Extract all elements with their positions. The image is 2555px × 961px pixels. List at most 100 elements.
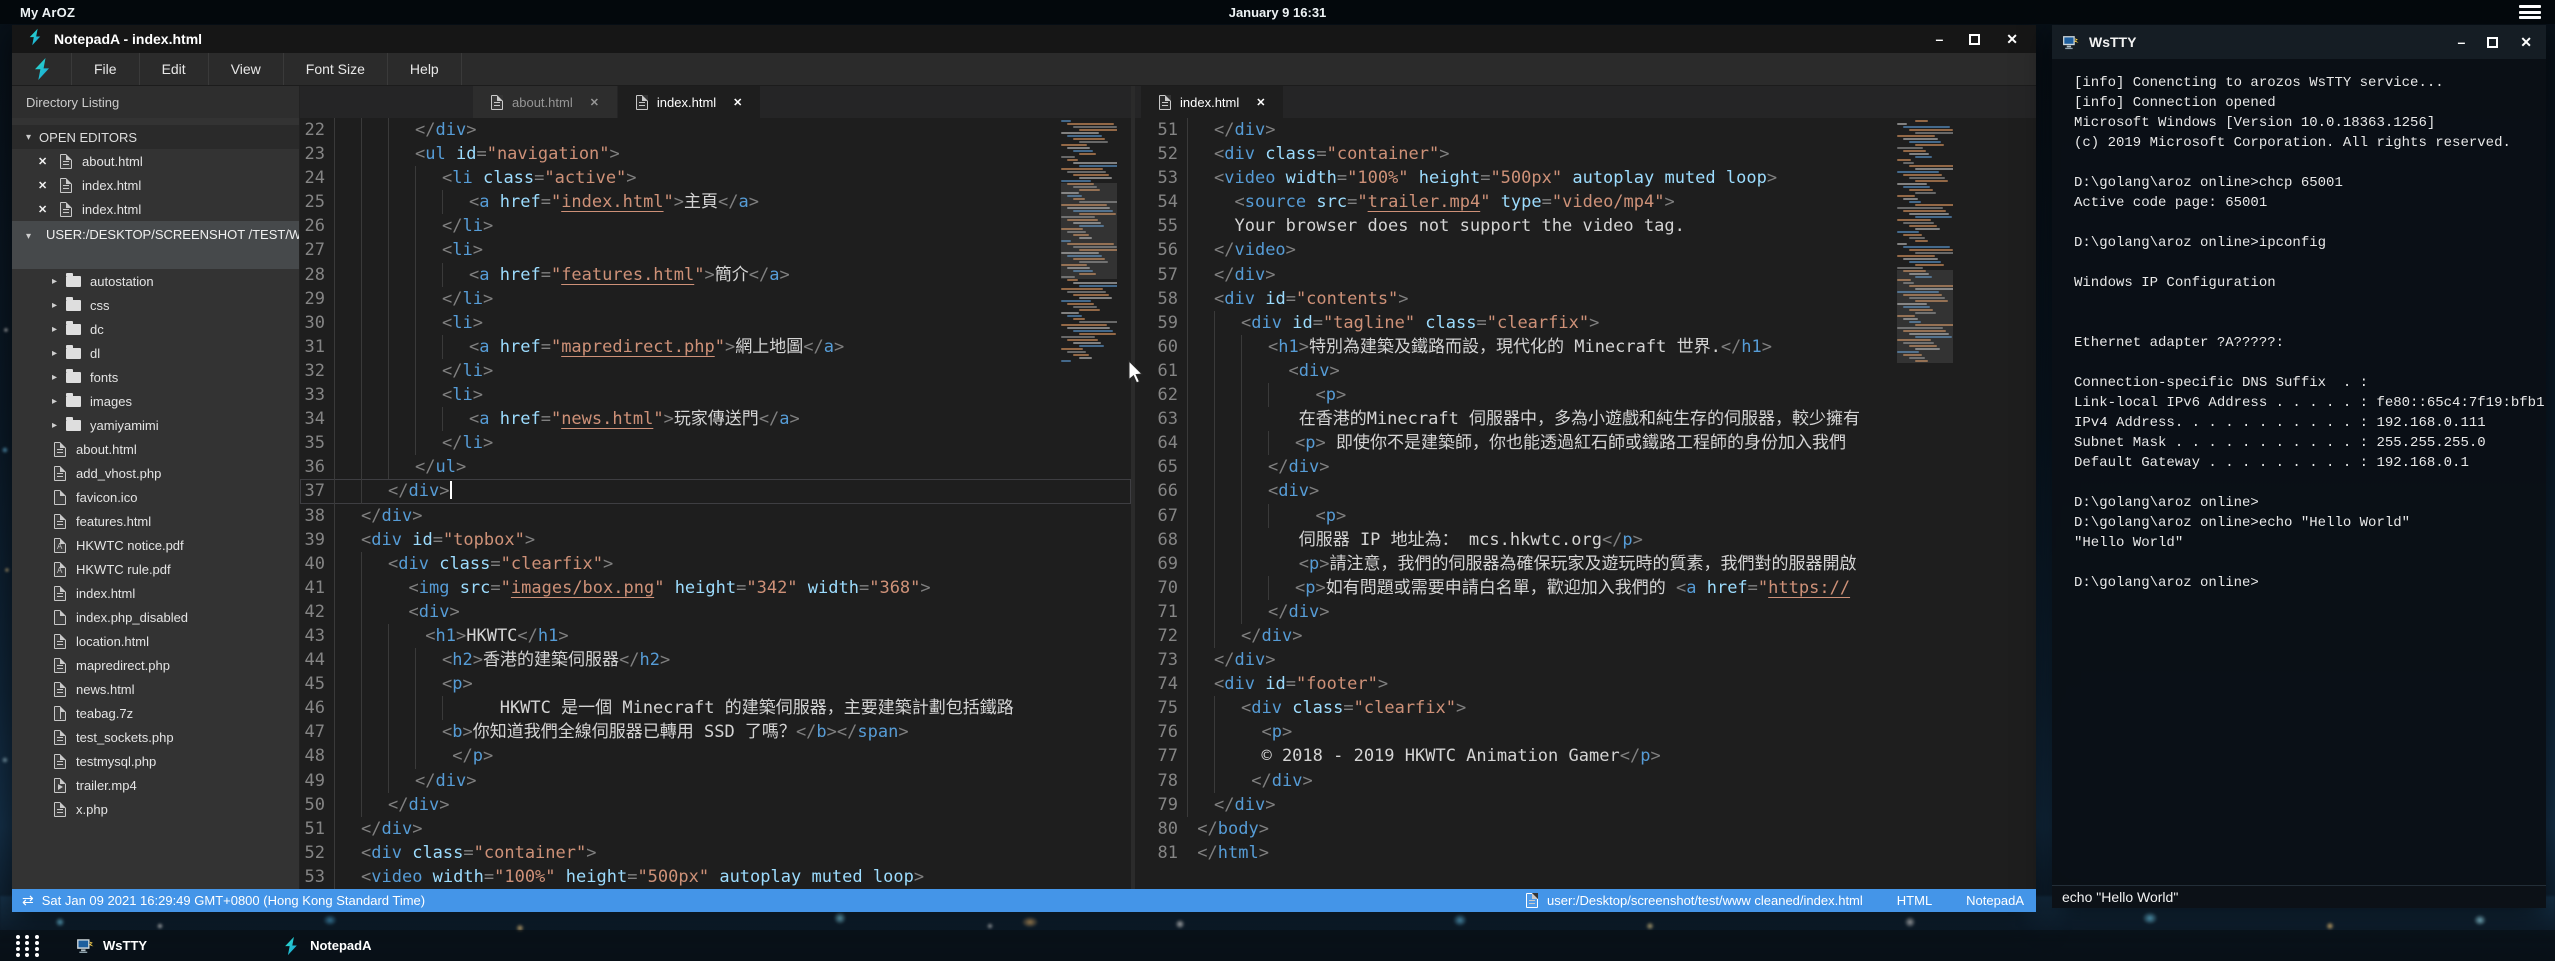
editor-pane-right[interactable]: index.html✕ 51</div>52<div class="contai… <box>1135 86 2036 889</box>
file-item[interactable]: trailer.mp4 <box>12 773 299 797</box>
open-editor-item[interactable]: ✕index.html <box>12 197 299 221</box>
open-editors-section[interactable]: ▾OPEN EDITORS <box>12 125 299 149</box>
minimap-bar <box>1061 180 1091 182</box>
minimap-bar <box>1915 120 1928 122</box>
plain-file-icon <box>54 490 66 505</box>
menu-item-file[interactable]: File <box>72 53 140 85</box>
close-icon[interactable]: ✕ <box>38 155 50 168</box>
wstty-window-title: WsTTY <box>2089 34 2136 50</box>
tab-about.html[interactable]: about.html✕ <box>473 86 618 118</box>
line-number: 67 <box>1135 504 1187 528</box>
indent-guide <box>1214 431 1215 455</box>
close-icon[interactable]: ✕ <box>38 179 50 192</box>
minimize-icon[interactable]: – <box>2457 35 2465 49</box>
minimap-bar <box>1903 162 1914 164</box>
app-launcher-icon[interactable] <box>16 935 42 957</box>
tab-index.html[interactable]: index.html✕ <box>618 86 761 118</box>
file-item[interactable]: teabag.7z <box>12 701 299 725</box>
indent-guide <box>334 504 335 528</box>
file-name: location.html <box>76 634 149 649</box>
file-item[interactable]: location.html <box>12 629 299 653</box>
file-item[interactable]: add_vhost.php <box>12 461 299 485</box>
file-item[interactable]: mapredirect.php <box>12 653 299 677</box>
minimap-bar <box>1915 180 1948 182</box>
file-item[interactable]: test_sockets.php <box>12 725 299 749</box>
indent-guide <box>334 720 335 744</box>
taskbar-item-wstty[interactable]: WsTTY <box>64 930 159 961</box>
system-menu-title[interactable]: My ArOZ <box>20 5 75 20</box>
file-tree[interactable]: ▾OPEN EDITORS✕about.html✕index.html✕inde… <box>12 118 299 889</box>
menu-item-font-size[interactable]: Font Size <box>284 53 388 85</box>
tab-index.html[interactable]: index.html✕ <box>1141 86 1284 118</box>
code-text: </div> <box>1187 624 2036 648</box>
maximize-icon[interactable] <box>1969 34 1980 45</box>
folder-item[interactable]: ▸images <box>12 389 299 413</box>
file-item[interactable]: about.html <box>12 437 299 461</box>
menu-item-edit[interactable]: Edit <box>140 53 209 85</box>
system-top-bar: My ArOZ January 9 16:31 <box>0 0 2555 24</box>
minimap-bar <box>1897 219 1931 221</box>
close-icon[interactable]: ✕ <box>2520 35 2532 49</box>
code-text: <p>請注意，我們的伺服器為確保玩家及遊玩時的質素，我們對的服器開啟 <box>1187 552 2036 576</box>
code-line: 26</li> <box>300 214 1131 238</box>
indent-guide <box>442 407 443 431</box>
indent-guide <box>334 744 335 768</box>
folder-item[interactable]: ▸dc <box>12 317 299 341</box>
folder-item[interactable]: ▸dl <box>12 341 299 365</box>
close-icon[interactable]: ✕ <box>590 96 599 109</box>
wstty-titlebar[interactable]: WsTTY – ✕ <box>2052 25 2546 59</box>
editor-pane-left[interactable]: about.html✕index.html✕ 22</div>23<ul id=… <box>300 86 1131 889</box>
statusbar-language[interactable]: HTML <box>1897 893 1932 908</box>
menu-item-view[interactable]: View <box>209 53 284 85</box>
file-item[interactable]: HKWTC rule.pdf <box>12 557 299 581</box>
indent-guide <box>1187 720 1188 744</box>
hamburger-menu-icon[interactable] <box>2519 5 2541 19</box>
minimize-icon[interactable]: – <box>1935 32 1943 46</box>
file-item[interactable]: index.html <box>12 581 299 605</box>
file-item[interactable]: x.php <box>12 797 299 821</box>
line-number: 42 <box>300 600 334 624</box>
code-text: <li class="active"> <box>334 166 1131 190</box>
workspace-section[interactable]: ▾USER:/DESKTOP/SCREENSHOT /TEST/WWW CLEA… <box>12 221 299 269</box>
folder-item[interactable]: ▸css <box>12 293 299 317</box>
taskbar-item-notepada[interactable]: NotepadA <box>269 930 383 961</box>
notepada-window: NotepadA - index.html – ✕ FileEditViewFo… <box>12 25 2036 912</box>
indent-guide <box>1241 407 1242 431</box>
minimap-right[interactable] <box>1897 120 1953 363</box>
close-icon[interactable]: ✕ <box>1256 96 1265 109</box>
terminal-output[interactable]: [info] Conencting to arozos WsTTY servic… <box>2052 59 2546 885</box>
file-item[interactable]: news.html <box>12 677 299 701</box>
code-text: <a href="news.html">玩家傳送門</a> <box>334 407 1131 431</box>
close-icon[interactable]: ✕ <box>38 203 50 216</box>
menu-item-help[interactable]: Help <box>388 53 462 85</box>
folder-item[interactable]: ▸yamiyamimi <box>12 413 299 437</box>
open-editor-item[interactable]: ✕index.html <box>12 173 299 197</box>
code-editor-left[interactable]: 22</div>23<ul id="navigation">24<li clas… <box>300 118 1131 889</box>
code-line: 30<li> <box>300 311 1131 335</box>
file-item[interactable]: testmysql.php <box>12 749 299 773</box>
minimap-left[interactable] <box>1061 120 1117 363</box>
folder-item[interactable]: ▸fonts <box>12 365 299 389</box>
minimap-bar <box>1909 249 1953 251</box>
folder-item[interactable]: ▸autostation <box>12 269 299 293</box>
minimap-slider[interactable] <box>1061 183 1117 279</box>
maximize-icon[interactable] <box>2487 37 2498 48</box>
chevron-down-icon: ▾ <box>26 132 31 143</box>
file-item[interactable]: HKWTC notice.pdf <box>12 533 299 557</box>
close-icon[interactable]: ✕ <box>733 96 742 109</box>
file-item[interactable]: favicon.ico <box>12 485 299 509</box>
terminal-input[interactable]: echo "Hello World" <box>2052 885 2546 908</box>
file-item[interactable]: features.html <box>12 509 299 533</box>
workspace-label: USER:/DESKTOP/SCREENSHOT /TEST/WWW CLEAN… <box>26 224 276 246</box>
minimap-slider[interactable] <box>1897 270 1953 363</box>
indent-guide <box>334 118 335 142</box>
statusbar-filepath[interactable]: user:/Desktop/screenshot/test/www cleane… <box>1547 893 1863 908</box>
indent-guide <box>388 455 389 479</box>
folder-name: yamiyamimi <box>90 418 159 433</box>
open-editor-item[interactable]: ✕about.html <box>12 149 299 173</box>
file-item[interactable]: index.php_disabled <box>12 605 299 629</box>
minimap-bar <box>1061 288 1103 290</box>
notepada-titlebar[interactable]: NotepadA - index.html – ✕ <box>12 25 2036 53</box>
terminal-line: D:\golang\aroz online>echo "Hello World" <box>2074 513 2546 533</box>
close-icon[interactable]: ✕ <box>2006 32 2018 46</box>
